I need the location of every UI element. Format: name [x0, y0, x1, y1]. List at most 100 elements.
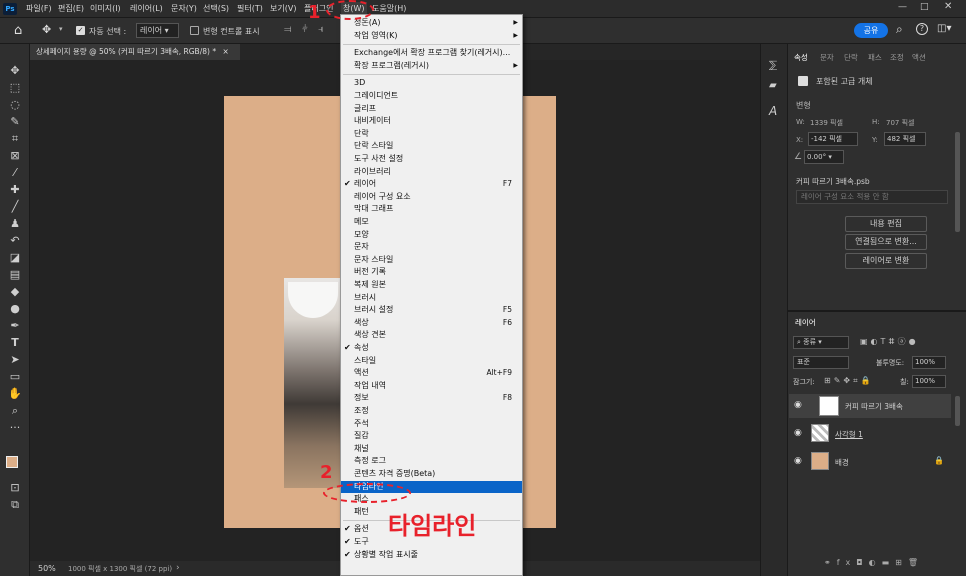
document-tab[interactable]: 상세페이지 용량 @ 50% (커피 따르기 3배속, RGB/8) * × [30, 44, 240, 60]
move-tool-icon[interactable]: ✥ [42, 23, 51, 36]
filter-icons[interactable]: ▣◐Tⵌⓐ● [860, 336, 919, 347]
pen-tool-icon[interactable]: ✒ [6, 319, 24, 333]
layer-row-background[interactable]: ◉ 배경 🔒 [789, 450, 951, 474]
y-field[interactable]: 482 픽셀 [884, 132, 926, 146]
minimize-icon[interactable]: — [898, 2, 907, 12]
share-button[interactable]: 공유 [854, 23, 888, 38]
align-center-icon[interactable]: ⫩ [302, 24, 308, 35]
brush-tool-icon[interactable]: ╱ [6, 200, 24, 214]
window-menu-item[interactable]: 채널 [341, 443, 522, 456]
layers-panel-title[interactable]: 레이어 [795, 317, 816, 328]
window-menu-item[interactable]: 메모 [341, 216, 522, 229]
frame-tool-icon[interactable]: ⊠ [6, 149, 24, 163]
angle-field[interactable]: 0.00° ▾ [804, 150, 844, 164]
window-menu-item[interactable]: 모양 [341, 229, 522, 242]
history-panel-icon[interactable]: ⅀ [769, 60, 777, 71]
align-right-icon[interactable]: ⫣ [318, 24, 324, 35]
window-menu-item[interactable]: 단락 스타일 [341, 140, 522, 153]
visibility-eye-icon[interactable]: ◉ [794, 456, 802, 466]
window-menu-item[interactable]: ✔ 레이어 F7 [341, 178, 522, 191]
panel-scrollbar[interactable] [955, 132, 960, 232]
help-icon[interactable]: ? [916, 23, 928, 35]
stamp-tool-icon[interactable]: ♟ [6, 217, 24, 231]
window-menu-item[interactable]: 내비게이터 [341, 115, 522, 128]
type-tool-icon[interactable]: T [6, 336, 24, 350]
window-menu-item[interactable]: ✔ 속성 [341, 342, 522, 355]
blend-mode-select[interactable]: 표준 [793, 356, 849, 369]
tab-paragraph[interactable]: 단락 [844, 52, 858, 63]
window-menu-item[interactable]: 색상 F6 [341, 317, 522, 330]
window-menu-item[interactable]: 복제 원본 [341, 279, 522, 292]
search-icon[interactable]: ⌕ [896, 22, 903, 37]
window-menu-item[interactable]: 버전 기록 [341, 266, 522, 279]
layers-scrollbar[interactable] [955, 396, 960, 426]
tab-properties[interactable]: 속성 [794, 52, 808, 63]
close-icon[interactable]: ✕ [944, 1, 952, 12]
convert-to-layers-button[interactable]: 레이어로 변환 [845, 253, 927, 269]
workspace-icon[interactable]: ◫▾ [937, 23, 951, 34]
more-tools-icon[interactable]: ··· [6, 421, 24, 435]
marquee-tool-icon[interactable]: ⬚ [6, 81, 24, 95]
menu-file[interactable]: 파일(F) [26, 3, 52, 14]
opacity-field[interactable]: 100% [912, 356, 946, 369]
window-menu-item[interactable]: 브러시 [341, 292, 522, 305]
home-icon[interactable]: ⌂ [14, 23, 22, 38]
window-menu-item[interactable]: 3D [341, 77, 522, 90]
screen-mode-icon[interactable]: ⧉ [6, 498, 24, 512]
visibility-eye-icon[interactable]: ◉ [794, 428, 802, 438]
height-value[interactable]: 707 픽셀 [886, 118, 914, 128]
shape-tool-icon[interactable]: ▭ [6, 370, 24, 384]
window-menu-item[interactable]: 색상 견본 [341, 329, 522, 342]
layer-comp-select[interactable]: 레이어 구성 요소 적용 안 함 [796, 190, 948, 204]
eraser-tool-icon[interactable]: ◪ [6, 251, 24, 265]
character-panel-icon[interactable]: A [769, 104, 777, 118]
menu-image[interactable]: 이미지(I) [90, 3, 121, 14]
layer-row-coffee[interactable]: ◉ 커피 따르기 3배속 [789, 394, 951, 418]
window-menu-item[interactable]: 확장 프로그램(레거시) ▶ [341, 60, 522, 73]
history-brush-icon[interactable]: ↶ [6, 234, 24, 248]
zoom-tool-icon[interactable]: ⌕ [6, 404, 24, 418]
window-menu-item[interactable]: 스타일 [341, 355, 522, 368]
window-menu-item[interactable]: 조정 [341, 405, 522, 418]
visibility-eye-icon[interactable]: ◉ [794, 400, 802, 410]
window-menu-item[interactable]: 측정 로그 [341, 455, 522, 468]
window-menu-item[interactable]: Exchange에서 확장 프로그램 찾기(레거시)... [341, 47, 522, 60]
layer-row-rectangle[interactable]: ◉ 사각형 1 [789, 422, 951, 446]
menu-view[interactable]: 보기(V) [270, 3, 296, 14]
menu-help[interactable]: 도움말(H) [372, 3, 406, 14]
eyedropper-icon[interactable]: ⁄ [6, 166, 24, 180]
x-field[interactable]: -142 픽셀 [808, 132, 858, 146]
tab-actions[interactable]: 액션 [912, 52, 926, 63]
chevron-down-icon[interactable]: ▾ [59, 25, 63, 33]
window-menu-item[interactable]: 글리프 [341, 103, 522, 116]
window-menu-item[interactable]: 문자 스타일 [341, 254, 522, 267]
menu-layer[interactable]: 레이어(L) [130, 3, 163, 14]
window-menu-item[interactable]: 콘텐츠 자격 증명(Beta) [341, 468, 522, 481]
auto-select-dropdown[interactable]: 레이어 ▾ [136, 23, 179, 38]
align-left-icon[interactable]: ⫤ [284, 24, 292, 35]
healing-brush-icon[interactable]: ✚ [6, 183, 24, 197]
foreground-color[interactable] [6, 456, 18, 468]
window-menu-item[interactable]: 도구 사전 설정 [341, 153, 522, 166]
window-menu-item[interactable]: 작업 내역 [341, 380, 522, 393]
window-menu-item[interactable]: 정보 F8 [341, 392, 522, 405]
comments-panel-icon[interactable]: ▰ [769, 80, 777, 91]
menu-filter[interactable]: 필터(T) [237, 3, 263, 14]
window-menu-item[interactable]: 그레이디언트 [341, 90, 522, 103]
lasso-tool-icon[interactable]: ◌ [6, 98, 24, 112]
window-menu-item[interactable]: 문자 [341, 241, 522, 254]
window-menu-item[interactable]: 질감 [341, 430, 522, 443]
move-tool-icon[interactable]: ✥ [6, 64, 24, 78]
fill-field[interactable]: 100% [912, 375, 946, 388]
window-menu-item[interactable]: ✔ 상황별 작업 표시줄 [341, 549, 522, 562]
tab-adjustments[interactable]: 조정 [890, 52, 904, 63]
window-menu-item[interactable]: 브러시 설정 F5 [341, 304, 522, 317]
window-menu-item[interactable]: 주석 [341, 418, 522, 431]
window-menu-item[interactable]: 정돈(A) ▶ [341, 17, 522, 30]
window-menu-item[interactable]: 액션 Alt+F9 [341, 367, 522, 380]
window-menu-item[interactable]: 단락 [341, 128, 522, 141]
menu-type[interactable]: 문자(Y) [171, 3, 197, 14]
layer-filter[interactable]: ⌕ 종류 ▾ [793, 336, 849, 349]
blur-tool-icon[interactable]: ◆ [6, 285, 24, 299]
quick-mask-icon[interactable]: ⊡ [6, 481, 24, 495]
